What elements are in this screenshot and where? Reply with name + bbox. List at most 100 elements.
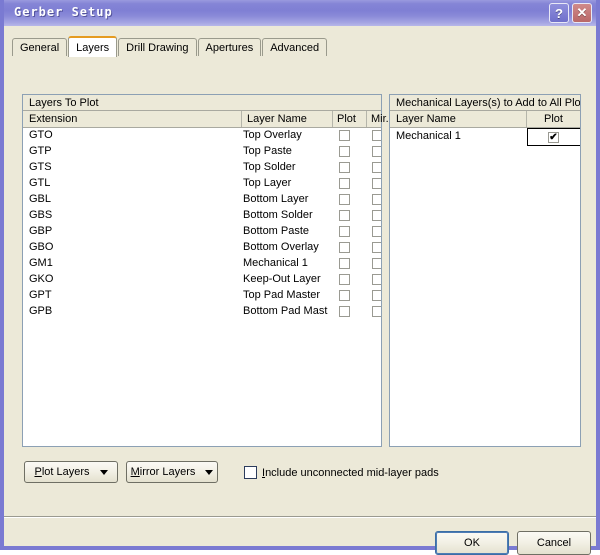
- cell-extension: GPT: [29, 289, 52, 301]
- plot-checkbox[interactable]: [339, 210, 350, 221]
- mechanical-layers-panel: Mechanical Layers(s) to Add to All Plots…: [389, 94, 581, 447]
- tab-layers[interactable]: Layers: [68, 36, 118, 57]
- checkbox-box-icon: [244, 466, 257, 479]
- cell-extension: GTP: [29, 145, 52, 157]
- table-row[interactable]: GTL Top Layer: [23, 176, 381, 192]
- plot-checkbox[interactable]: [339, 162, 350, 173]
- mirror-checkbox[interactable]: [372, 146, 381, 157]
- tab-drill-drawing[interactable]: Drill Drawing: [118, 38, 197, 56]
- table-row[interactable]: GPB Bottom Pad Mast: [23, 304, 381, 320]
- mirror-layers-button[interactable]: Mirror Layers: [126, 461, 218, 483]
- table-row[interactable]: GBS Bottom Solder: [23, 208, 381, 224]
- table-row[interactable]: GBP Bottom Paste: [23, 224, 381, 240]
- cell-extension: GKO: [29, 273, 54, 285]
- table-row[interactable]: GBO Bottom Overlay: [23, 240, 381, 256]
- cell-layer-name: Bottom Overlay: [243, 241, 319, 253]
- plot-layers-label: Plot Layers: [34, 466, 89, 478]
- column-header-layer-name[interactable]: Layer Name: [241, 111, 331, 127]
- layers-to-plot-panel: Layers To Plot Extension Layer Name Plot…: [22, 94, 395, 447]
- table-row[interactable]: GTO Top Overlay: [23, 128, 381, 144]
- table-row[interactable]: GTP Top Paste: [23, 144, 381, 160]
- mirror-checkbox[interactable]: [372, 194, 381, 205]
- cell-layer-name: Top Paste: [243, 145, 292, 157]
- mirror-checkbox[interactable]: [372, 210, 381, 221]
- footer-separator: [4, 516, 596, 518]
- layers-column-header: Extension Layer Name Plot Mir...: [23, 111, 395, 128]
- plot-checkbox[interactable]: [339, 130, 350, 141]
- cell-layer-name: Top Pad Master: [243, 289, 321, 301]
- cell-extension: GPB: [29, 305, 53, 317]
- mirror-checkbox[interactable]: [372, 258, 381, 269]
- mirror-checkbox[interactable]: [372, 226, 381, 237]
- mirror-checkbox[interactable]: [372, 130, 381, 141]
- table-row[interactable]: GTS Top Solder: [23, 160, 381, 176]
- column-header-mech-layer-name[interactable]: Layer Name: [396, 111, 524, 127]
- plot-checkbox[interactable]: [339, 194, 350, 205]
- cell-layer-name: Bottom Pad Mast: [243, 305, 328, 317]
- cell-extension: GTL: [29, 177, 51, 189]
- cell-layer-name: Bottom Solder: [243, 209, 313, 221]
- cell-extension: GTS: [29, 161, 52, 173]
- mech-plot-checkbox[interactable]: ✔: [548, 132, 559, 143]
- mechanical-column-header: Layer Name Plot: [390, 111, 580, 128]
- cell-layer-name: Mechanical 1: [243, 257, 308, 269]
- column-header-mech-plot[interactable]: Plot: [526, 111, 580, 127]
- table-row[interactable]: GKO Keep-Out Layer: [23, 272, 381, 288]
- plot-layers-button[interactable]: Plot Layers: [24, 461, 118, 483]
- plot-checkbox[interactable]: [339, 258, 350, 269]
- mirror-checkbox[interactable]: [372, 306, 381, 317]
- cell-extension: GBP: [29, 225, 53, 237]
- title-bar: Gerber Setup ? ✕: [4, 0, 596, 27]
- plot-checkbox[interactable]: [339, 306, 350, 317]
- mirror-checkbox[interactable]: [372, 242, 381, 253]
- cell-layer-name: Top Layer: [243, 177, 292, 189]
- layers-row-list: GTO Top Overlay GTP Top Paste GTS Top Solder G…: [23, 128, 381, 446]
- mirror-checkbox[interactable]: [372, 162, 381, 173]
- table-row[interactable]: GBL Bottom Layer: [23, 192, 381, 208]
- tab-general[interactable]: General: [12, 38, 68, 56]
- mirror-layers-label: Mirror Layers: [131, 466, 196, 478]
- window-title: Gerber Setup: [14, 5, 113, 19]
- cell-extension: GM1: [29, 257, 53, 269]
- cell-layer-name: Top Overlay: [243, 129, 302, 141]
- tab-advanced[interactable]: Advanced: [262, 38, 328, 56]
- include-rest: nclude unconnected mid-layer pads: [265, 466, 439, 479]
- cancel-button[interactable]: Cancel: [517, 531, 591, 555]
- mirror-checkbox[interactable]: [372, 178, 381, 189]
- help-icon[interactable]: ?: [549, 3, 569, 23]
- selected-cell-outline: ✔: [527, 128, 580, 146]
- cell-mech-layer-name: Mechanical 1: [396, 130, 461, 142]
- include-unconnected-pads-label: Include unconnected mid-layer pads: [262, 467, 439, 479]
- include-unconnected-pads-checkbox[interactable]: Include unconnected mid-layer pads: [244, 466, 439, 479]
- plot-checkbox[interactable]: [339, 146, 350, 157]
- dialog-client-area: General Layers Drill Drawing Apertures A…: [4, 26, 596, 555]
- ok-button[interactable]: OK: [435, 531, 509, 555]
- tab-apertures[interactable]: Apertures: [197, 38, 262, 56]
- close-icon[interactable]: ✕: [572, 3, 592, 23]
- chevron-down-icon: [205, 469, 214, 475]
- gerber-setup-dialog: Gerber Setup ? ✕ General Layers Drill Dr…: [0, 0, 600, 555]
- plot-layers-accel: P: [34, 466, 42, 478]
- cell-extension: GBO: [29, 241, 54, 253]
- mechanical-row-list: Mechanical 1 ✔: [390, 128, 580, 446]
- mirror-checkbox[interactable]: [372, 290, 381, 301]
- plot-checkbox[interactable]: [339, 274, 350, 285]
- plot-checkbox[interactable]: [339, 178, 350, 189]
- cell-layer-name: Top Solder: [243, 161, 296, 173]
- cell-extension: GBL: [29, 193, 52, 205]
- plot-checkbox[interactable]: [339, 290, 350, 301]
- title-bar-buttons: ? ✕: [549, 3, 592, 23]
- table-row[interactable]: GM1 Mechanical 1: [23, 256, 381, 272]
- table-row[interactable]: GPT Top Pad Master: [23, 288, 381, 304]
- mechanical-panel-title: Mechanical Layers(s) to Add to All Plots: [390, 95, 580, 111]
- cell-layer-name: Bottom Paste: [243, 225, 310, 237]
- cell-layer-name: Bottom Layer: [243, 193, 309, 205]
- table-row[interactable]: Mechanical 1 ✔: [390, 128, 580, 146]
- plot-checkbox[interactable]: [339, 242, 350, 253]
- cell-extension: GBS: [29, 209, 53, 221]
- tab-strip: General Layers Drill Drawing Apertures A…: [12, 36, 328, 57]
- column-header-extension[interactable]: Extension: [29, 111, 235, 127]
- mirror-checkbox[interactable]: [372, 274, 381, 285]
- column-header-plot[interactable]: Plot: [332, 111, 366, 127]
- plot-checkbox[interactable]: [339, 226, 350, 237]
